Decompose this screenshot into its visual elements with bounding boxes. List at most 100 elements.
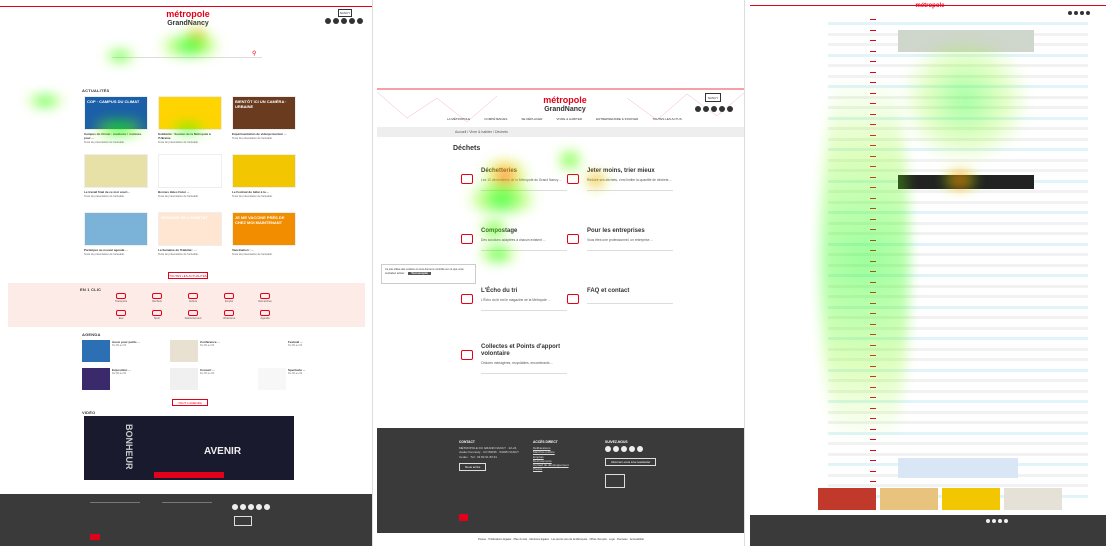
tile-title[interactable]: FAQ et contact bbox=[587, 288, 673, 295]
instagram-icon[interactable] bbox=[1080, 11, 1084, 15]
news-card[interactable]: JE ME VACCINE PRÈS DE CHEZ MOI MAINTENAN… bbox=[232, 212, 296, 257]
news-image[interactable]: COP · CAMPUS DU CLIMAT bbox=[84, 96, 148, 130]
site-logo[interactable]: métropole bbox=[905, 3, 955, 9]
news-card[interactable]: SEMAINE DE L'HABITAT La Semaine de l'Habi… bbox=[158, 212, 222, 257]
event-image[interactable] bbox=[258, 340, 286, 362]
event-item[interactable]: Concert ... Du 00 au 00 bbox=[200, 368, 250, 376]
youtube-icon[interactable] bbox=[256, 504, 262, 510]
list-row[interactable] bbox=[828, 64, 1088, 67]
event-image[interactable] bbox=[82, 340, 110, 362]
list-row[interactable] bbox=[828, 232, 1088, 235]
list-row[interactable] bbox=[828, 106, 1088, 109]
youtube-icon[interactable] bbox=[349, 18, 355, 24]
list-row[interactable] bbox=[828, 347, 1088, 351]
news-card[interactable]: EN TRANSITION Bonnes Idées Futur ... Texte… bbox=[158, 154, 222, 199]
quick-link[interactable]: Déchets bbox=[140, 293, 174, 303]
list-row[interactable] bbox=[828, 211, 1088, 214]
search-icon[interactable]: ⚲ bbox=[252, 50, 256, 57]
quick-link[interactable]: Eau bbox=[104, 310, 138, 320]
event-item[interactable]: Conférence ... Du 00 au 00 bbox=[200, 340, 250, 348]
list-row[interactable] bbox=[828, 95, 1088, 99]
twitter-icon[interactable] bbox=[1074, 11, 1078, 15]
newsletter-button[interactable]: Abonnez-vous à la newsletter bbox=[605, 458, 657, 467]
list-row[interactable] bbox=[828, 284, 1088, 288]
list-row[interactable] bbox=[828, 400, 1088, 403]
event-item[interactable]: Festival ... Du 00 au 00 bbox=[288, 340, 338, 348]
news-card[interactable]: BIENTÔT ICI UN CAMÉRA · URBAINE Expérimen… bbox=[232, 96, 296, 141]
list-row[interactable] bbox=[828, 127, 1088, 130]
news-card[interactable]: Solidarité : Soutien de la Métropole à l… bbox=[158, 96, 222, 145]
content-tile[interactable]: Compostage Des solutions adaptées à chacu… bbox=[481, 228, 567, 252]
list-row[interactable] bbox=[828, 274, 1088, 277]
list-row[interactable] bbox=[828, 74, 1088, 78]
news-image[interactable]: SEMAINE DE L'HABITAT bbox=[158, 212, 222, 246]
news-title[interactable]: Vaccination : ... bbox=[232, 248, 296, 252]
facebook-icon[interactable] bbox=[232, 504, 238, 510]
list-row[interactable] bbox=[828, 22, 1088, 25]
linkedin-icon[interactable] bbox=[727, 106, 733, 112]
list-row[interactable] bbox=[828, 295, 1088, 298]
news-title[interactable]: Expérimentation de vidéoprotection ... bbox=[232, 132, 296, 136]
instagram-icon[interactable] bbox=[711, 106, 717, 112]
news-title[interactable]: Campus du Climat : étudiants ! nominés p… bbox=[84, 132, 148, 140]
thumbnail[interactable] bbox=[818, 488, 876, 510]
quick-link[interactable]: Sport bbox=[140, 310, 174, 320]
news-title[interactable]: Le travail final de ce mot court... bbox=[84, 190, 148, 194]
news-image[interactable] bbox=[158, 96, 222, 130]
event-item[interactable]: Aussi pour petits ... Du 00 au 00 bbox=[112, 340, 162, 348]
tile-title[interactable]: Compostage bbox=[481, 228, 567, 235]
facebook-icon[interactable] bbox=[1068, 11, 1072, 15]
list-row[interactable] bbox=[828, 368, 1088, 372]
instagram-icon[interactable] bbox=[248, 504, 254, 510]
nav-item[interactable]: TOUTES LES ACTUS bbox=[652, 117, 681, 121]
youtube-icon[interactable] bbox=[1086, 11, 1090, 15]
nav-item[interactable]: VIVRE & HABITER bbox=[556, 117, 582, 121]
list-row[interactable] bbox=[828, 116, 1088, 120]
twitter-icon[interactable] bbox=[333, 18, 339, 24]
list-row[interactable] bbox=[828, 169, 1088, 172]
breadcrumb[interactable]: Accueil / Vivre & habiter / Déchets bbox=[377, 127, 744, 137]
event-item[interactable]: Exposition ... Du 00 au 00 bbox=[112, 368, 162, 376]
list-row[interactable] bbox=[828, 337, 1088, 340]
news-title[interactable]: Bonnes Idées Futur ... bbox=[158, 190, 222, 194]
news-title[interactable]: Solidarité : Soutien de la Métropole à l… bbox=[158, 132, 222, 140]
facebook-icon[interactable] bbox=[605, 446, 611, 453]
news-image[interactable]: JE ME VACCINE PRÈS DE CHEZ MOI MAINTENAN… bbox=[232, 212, 296, 246]
youtube-icon[interactable] bbox=[719, 106, 725, 112]
tile-title[interactable]: Jeter moins, trier mieux bbox=[587, 168, 673, 175]
content-tile[interactable]: Jeter moins, trier mieux Réduire ses déch… bbox=[587, 168, 673, 192]
thumbnail[interactable] bbox=[942, 488, 1000, 510]
content-tile[interactable]: Déchetteries Les 10 déchetteries de la Mé… bbox=[481, 168, 567, 192]
thumbnail[interactable] bbox=[1004, 488, 1062, 510]
feature-image[interactable] bbox=[898, 30, 1034, 52]
dark-image[interactable] bbox=[898, 175, 1034, 189]
news-image[interactable] bbox=[84, 212, 148, 246]
quick-link[interactable]: Stationnement bbox=[176, 310, 210, 320]
video-bar[interactable] bbox=[154, 472, 224, 478]
search-input[interactable] bbox=[112, 50, 262, 58]
instagram-icon[interactable] bbox=[998, 519, 1002, 523]
list-row[interactable] bbox=[828, 379, 1088, 382]
list-row[interactable] bbox=[828, 158, 1088, 162]
news-title[interactable]: Participez au nouvel agenda ... bbox=[84, 248, 148, 252]
facebook-icon[interactable] bbox=[986, 519, 990, 523]
quick-link[interactable]: Agenda bbox=[248, 310, 282, 320]
news-image[interactable]: EN TRANSITION bbox=[158, 154, 222, 188]
quick-link[interactable]: Démarches bbox=[248, 293, 282, 303]
facebook-icon[interactable] bbox=[325, 18, 331, 24]
event-image[interactable] bbox=[170, 340, 198, 362]
content-tile[interactable]: FAQ et contact bbox=[587, 288, 673, 304]
content-tile[interactable]: Pour les entreprises Vous êtes une profes… bbox=[587, 228, 673, 252]
nancy-badge[interactable]: NANCY bbox=[705, 93, 721, 102]
video-player[interactable]: BONHEUR AVENIR bbox=[84, 416, 294, 480]
list-row[interactable] bbox=[828, 389, 1088, 393]
list-row[interactable] bbox=[828, 200, 1088, 204]
list-row[interactable] bbox=[828, 137, 1088, 141]
linkedin-icon[interactable] bbox=[357, 18, 363, 24]
access-link[interactable]: Presse bbox=[533, 467, 593, 471]
list-row[interactable] bbox=[828, 85, 1088, 88]
list-row[interactable] bbox=[828, 431, 1088, 435]
list-row[interactable] bbox=[828, 305, 1088, 309]
news-card[interactable]: Le Festival du bébé à la ... Texte de pré… bbox=[232, 154, 296, 199]
thumbnail[interactable] bbox=[880, 488, 938, 510]
